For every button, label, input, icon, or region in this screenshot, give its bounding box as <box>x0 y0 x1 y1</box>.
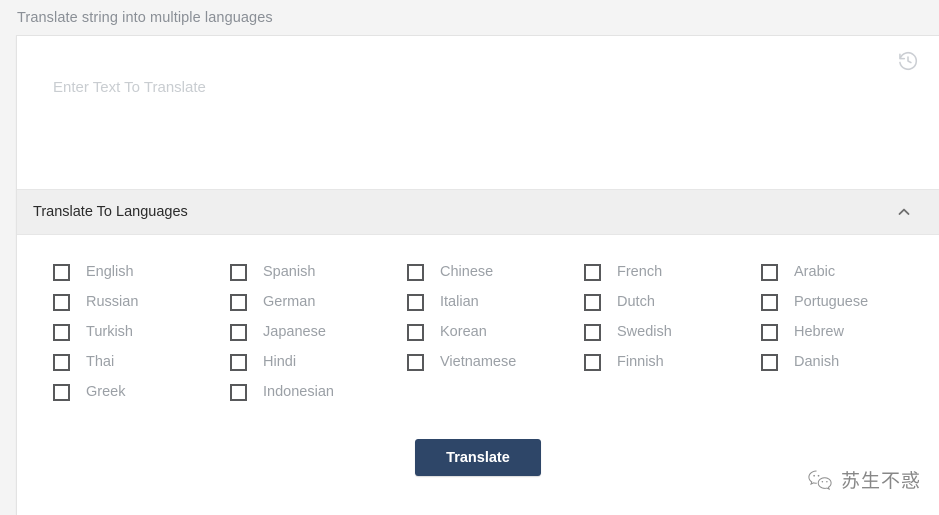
language-option-korean[interactable]: Korean <box>407 317 584 347</box>
checkbox[interactable] <box>407 353 424 371</box>
checkbox[interactable] <box>230 323 247 341</box>
language-option-italian[interactable]: Italian <box>407 287 584 317</box>
language-option-vietnamese[interactable]: Vietnamese <box>407 347 584 377</box>
language-option-hindi[interactable]: Hindi <box>230 347 407 377</box>
language-option-arabic[interactable]: Arabic <box>761 257 938 287</box>
translate-to-languages-header[interactable]: Translate To Languages <box>17 189 939 235</box>
checkbox[interactable] <box>407 293 424 311</box>
language-label: Hebrew <box>794 324 844 340</box>
language-label: Portuguese <box>794 294 869 310</box>
checkbox[interactable] <box>230 353 247 371</box>
language-label: English <box>86 264 134 280</box>
language-label: French <box>617 264 663 280</box>
language-option-turkish[interactable]: Turkish <box>53 317 230 347</box>
checkbox[interactable] <box>230 293 247 311</box>
checkbox[interactable] <box>584 353 601 371</box>
checkbox[interactable] <box>584 293 601 311</box>
language-option-thai[interactable]: Thai <box>53 347 230 377</box>
language-label: Finnish <box>617 354 664 370</box>
checkbox[interactable] <box>761 263 778 281</box>
language-option-russian[interactable]: Russian <box>53 287 230 317</box>
language-label: Spanish <box>263 264 316 280</box>
language-option-chinese[interactable]: Chinese <box>407 257 584 287</box>
language-label: Hindi <box>263 354 297 370</box>
language-option-swedish[interactable]: Swedish <box>584 317 761 347</box>
checkbox[interactable] <box>584 323 601 341</box>
language-option-indonesian[interactable]: Indonesian <box>230 377 407 407</box>
language-option-spanish[interactable]: Spanish <box>230 257 407 287</box>
language-label: Japanese <box>263 324 326 340</box>
history-icon[interactable] <box>897 50 919 72</box>
checkbox[interactable] <box>53 293 70 311</box>
language-option-dutch[interactable]: Dutch <box>584 287 761 317</box>
language-label: Thai <box>86 354 115 370</box>
checkbox[interactable] <box>53 263 70 281</box>
checkbox[interactable] <box>230 263 247 281</box>
translate-text-input[interactable] <box>53 78 893 168</box>
language-label: Turkish <box>86 324 133 340</box>
translate-input-area <box>17 36 939 189</box>
language-label: Italian <box>440 294 479 310</box>
language-option-german[interactable]: German <box>230 287 407 317</box>
checkbox[interactable] <box>407 323 424 341</box>
checkbox[interactable] <box>53 383 70 401</box>
language-selection-body: English Spanish Chinese French Arabic Russian… <box>17 235 939 476</box>
page-title: Translate string into multiple languages <box>17 10 273 26</box>
translate-card: Translate To Languages English Spanish Chi… <box>16 35 939 515</box>
checkbox[interactable] <box>761 293 778 311</box>
submit-row: Translate <box>17 439 939 476</box>
checkbox[interactable] <box>53 323 70 341</box>
language-grid: English Spanish Chinese French Arabic Russian… <box>53 257 939 407</box>
language-label: Indonesian <box>263 384 334 400</box>
language-option-hebrew[interactable]: Hebrew <box>761 317 938 347</box>
checkbox[interactable] <box>584 263 601 281</box>
language-label: German <box>263 294 316 310</box>
language-option-greek[interactable]: Greek <box>53 377 230 407</box>
language-option-french[interactable]: French <box>584 257 761 287</box>
language-label: Greek <box>86 384 126 400</box>
checkbox[interactable] <box>53 353 70 371</box>
checkbox[interactable] <box>230 383 247 401</box>
language-label: Swedish <box>617 324 672 340</box>
chevron-up-icon[interactable] <box>896 204 912 220</box>
language-label: Korean <box>440 324 487 340</box>
language-option-japanese[interactable]: Japanese <box>230 317 407 347</box>
language-label: Dutch <box>617 294 655 310</box>
language-option-portuguese[interactable]: Portuguese <box>761 287 938 317</box>
language-option-danish[interactable]: Danish <box>761 347 938 377</box>
panel-title: Translate To Languages <box>33 204 188 220</box>
checkbox[interactable] <box>761 323 778 341</box>
language-label: Vietnamese <box>440 354 517 370</box>
language-option-finnish[interactable]: Finnish <box>584 347 761 377</box>
checkbox[interactable] <box>761 353 778 371</box>
language-option-english[interactable]: English <box>53 257 230 287</box>
translate-button[interactable]: Translate <box>415 439 541 476</box>
language-label: Danish <box>794 354 840 370</box>
language-label: Arabic <box>794 264 836 280</box>
language-label: Russian <box>86 294 139 310</box>
checkbox[interactable] <box>407 263 424 281</box>
language-label: Chinese <box>440 264 494 280</box>
